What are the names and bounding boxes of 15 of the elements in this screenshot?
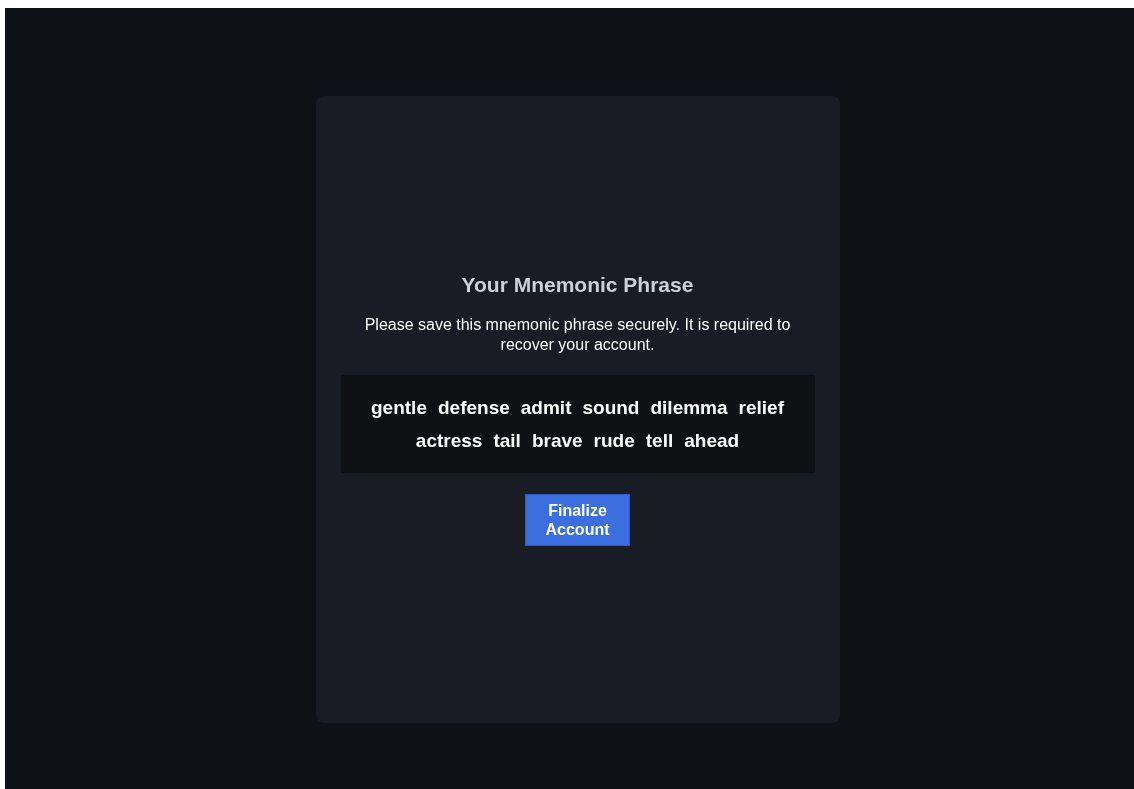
mnemonic-word: gentle [371, 395, 427, 420]
instruction-text: Please save this mnemonic phrase securely. It is required to recover your account. [363, 315, 792, 354]
finalize-account-button[interactable]: Finalize Account [525, 493, 630, 546]
mnemonic-word: rude [593, 428, 635, 453]
mnemonic-word: defense [437, 395, 510, 420]
mnemonic-word: sound [582, 395, 640, 420]
mnemonic-word: tell [645, 428, 674, 453]
mnemonic-word: brave [531, 428, 583, 453]
card-title: Your Mnemonic Phrase [461, 273, 694, 298]
mnemonic-word: actress [415, 428, 483, 453]
mnemonic-word: tail [493, 428, 521, 453]
mnemonic-word: dilemma [650, 395, 728, 420]
mnemonic-word: admit [520, 395, 572, 420]
mnemonic-word: ahead [684, 428, 740, 453]
mnemonic-word: relief [738, 395, 784, 420]
